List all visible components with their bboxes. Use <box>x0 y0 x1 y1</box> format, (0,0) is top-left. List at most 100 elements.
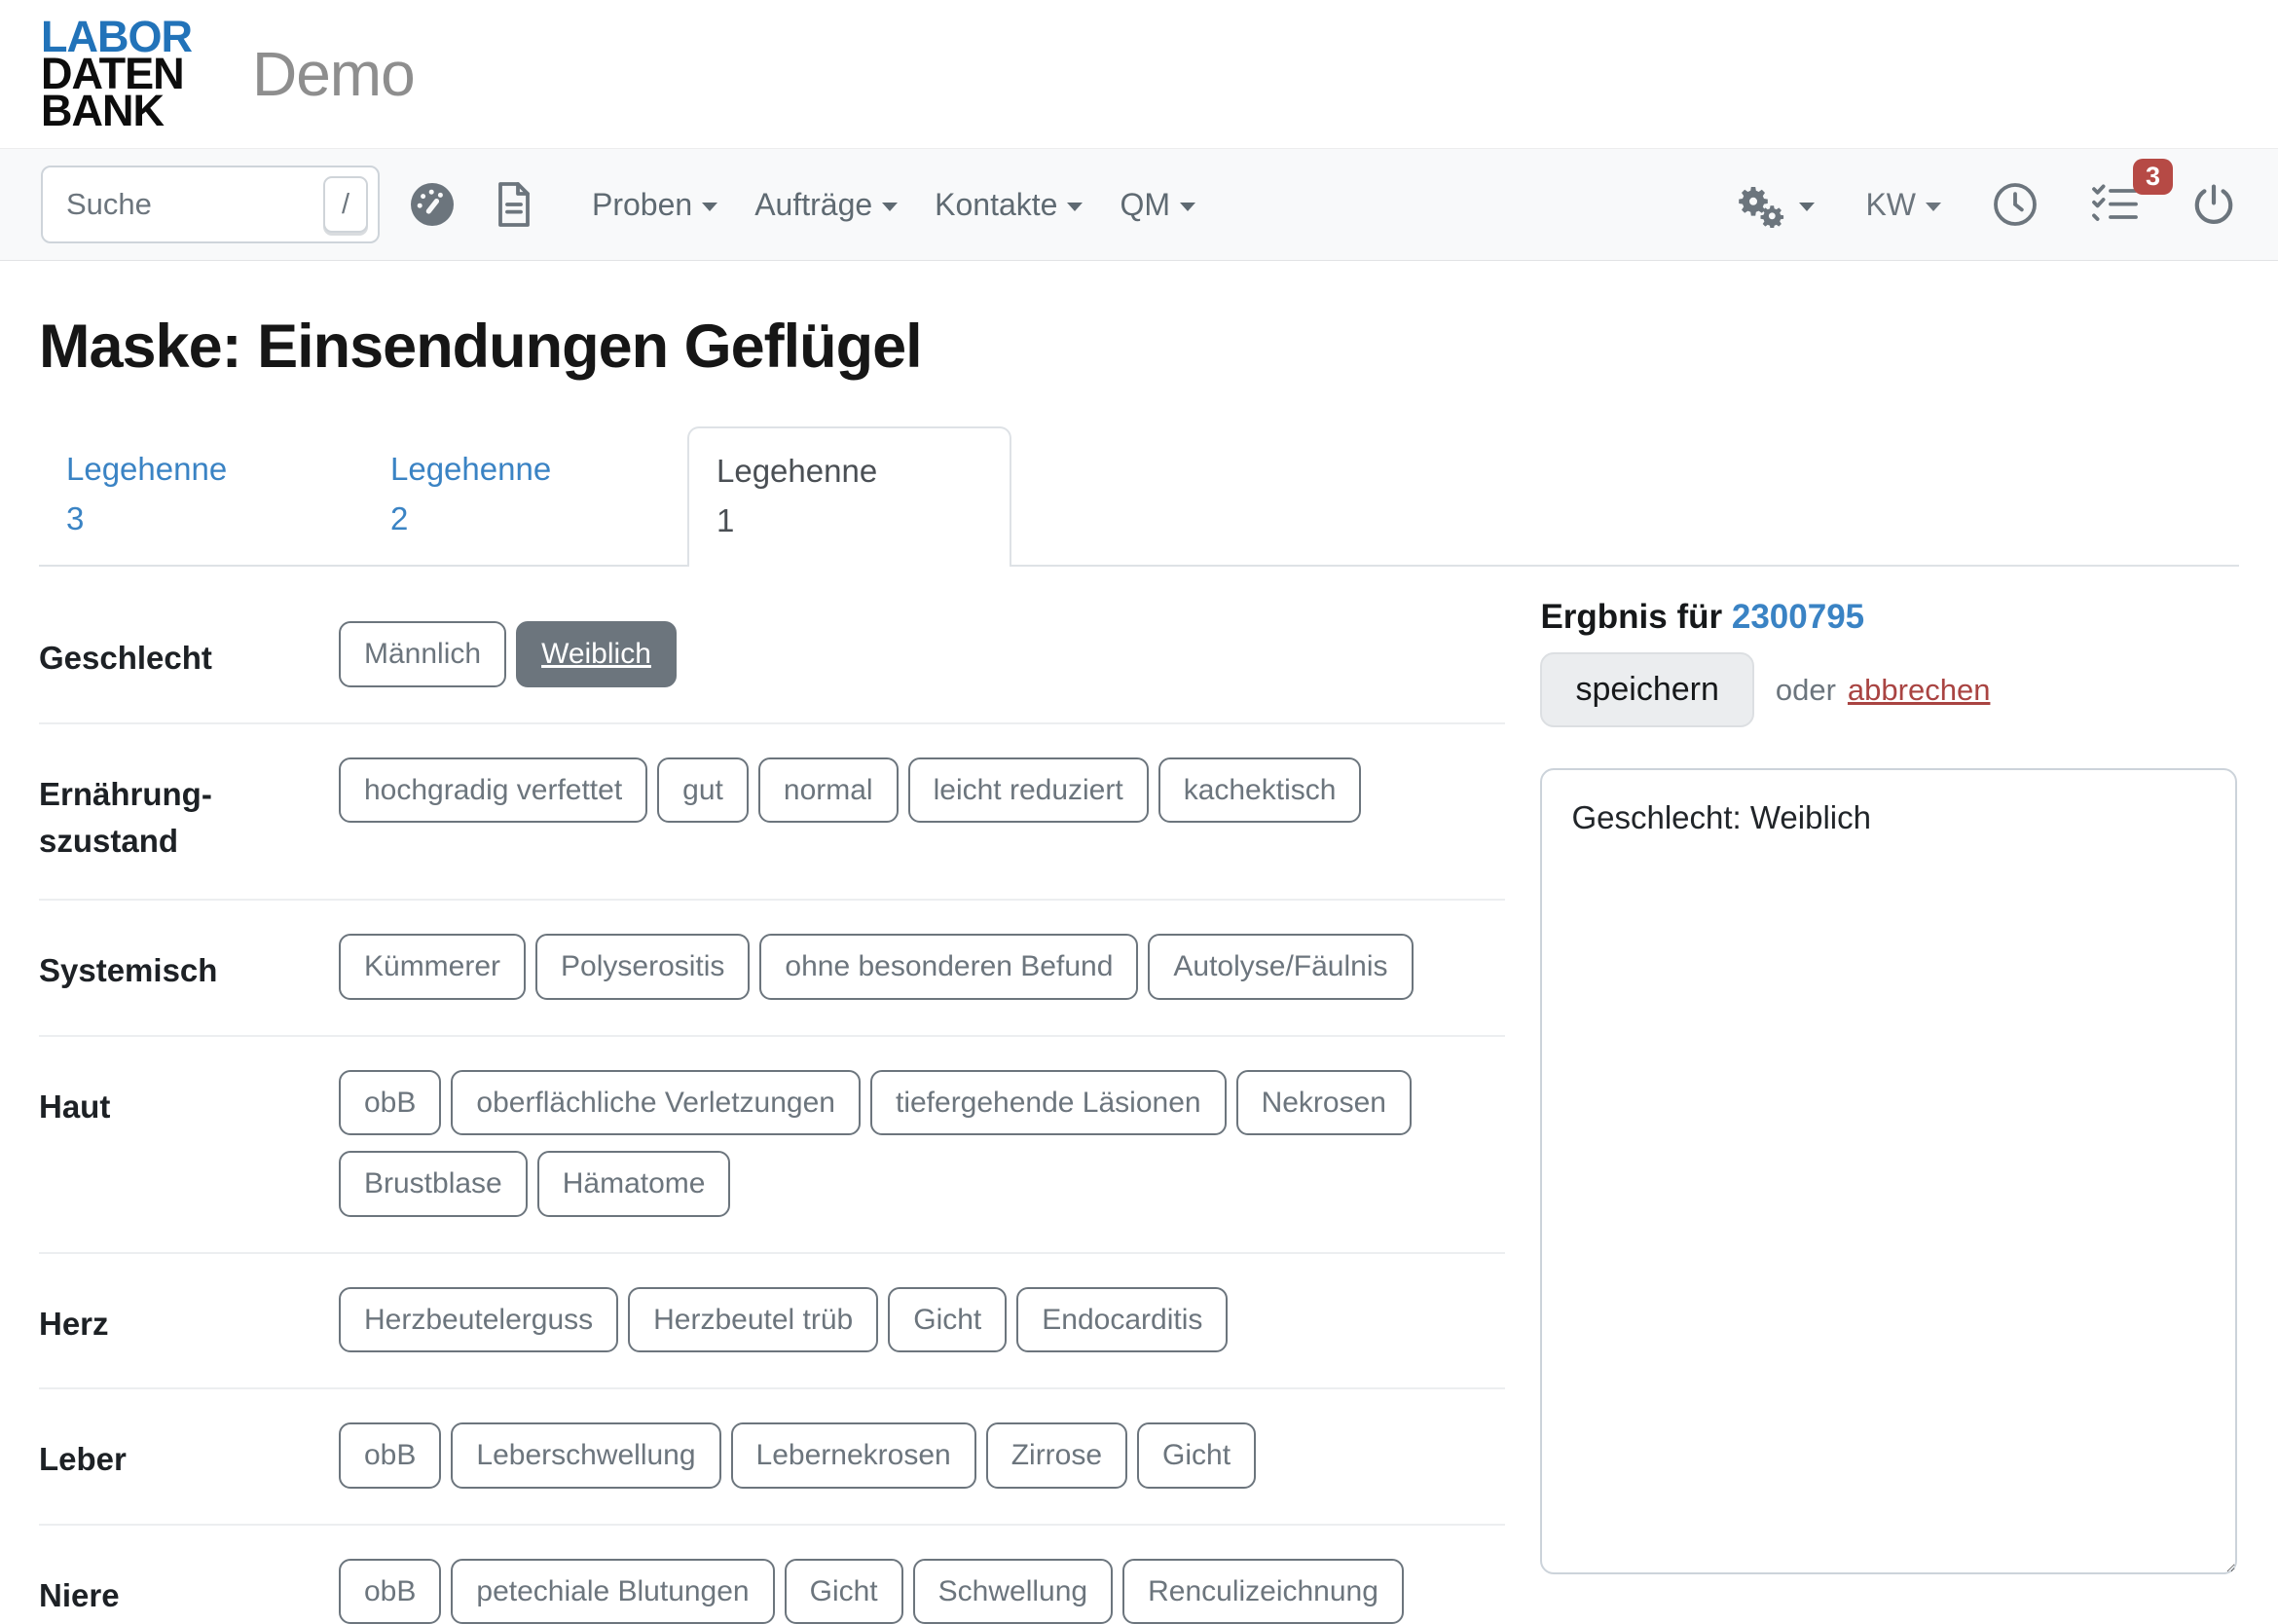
row-label-niere: Niere <box>39 1559 339 1624</box>
option-button[interactable]: Gicht <box>888 1287 1007 1353</box>
option-button[interactable]: normal <box>758 757 899 824</box>
nav-menu-aufträge[interactable]: Aufträge <box>754 187 898 223</box>
option-button[interactable]: tiefergehende Läsionen <box>870 1070 1227 1136</box>
form-row-herz: HerzHerzbeutelergussHerzbeutel trübGicht… <box>39 1254 1505 1390</box>
row-options-systemisch: KümmererPolyserositisohne besonderen Bef… <box>339 934 1505 1000</box>
option-button[interactable]: Schwellung <box>913 1559 1113 1624</box>
mask-form: GeschlechtMännlichWeiblichErnährung-szus… <box>39 588 1505 1624</box>
option-button[interactable]: Nekrosen <box>1236 1070 1412 1136</box>
option-button[interactable]: Renculizeichnung <box>1122 1559 1404 1624</box>
order-number-link[interactable]: 2300795 <box>1732 598 1864 636</box>
chevron-down-icon <box>882 203 898 211</box>
chevron-down-icon <box>1799 203 1815 211</box>
form-row-leber: LeberobBLeberschwellungLebernekrosenZirr… <box>39 1389 1505 1526</box>
result-heading: Ergbnis für 2300795 <box>1540 598 2239 637</box>
search-container: / <box>41 166 380 243</box>
option-button[interactable]: Kümmerer <box>339 934 526 1000</box>
option-button[interactable]: Lebernekrosen <box>731 1422 976 1489</box>
nav-menu-label: Kontakte <box>935 187 1057 223</box>
cancel-link[interactable]: abbrechen <box>1848 673 1991 708</box>
form-row-geschlecht: GeschlechtMännlichWeiblich <box>39 588 1505 724</box>
app-title: Demo <box>252 38 415 110</box>
logout-power-icon[interactable] <box>2190 181 2237 228</box>
option-button[interactable]: Autolyse/Fäulnis <box>1148 934 1413 1000</box>
option-button[interactable]: obB <box>339 1559 441 1624</box>
row-options-ernaehrungszustand: hochgradig verfettetgutnormalleicht redu… <box>339 757 1505 865</box>
result-panel: Ergbnis für 2300795 speichern oder abbre… <box>1540 588 2239 1624</box>
row-options-haut: obBoberflächliche Verletzungentiefergehe… <box>339 1070 1505 1217</box>
slash-shortcut-key: / <box>323 176 368 233</box>
nav-menu-kontakte[interactable]: Kontakte <box>935 187 1083 223</box>
option-button[interactable]: hochgradig verfettet <box>339 757 647 824</box>
form-row-systemisch: SystemischKümmererPolyserositisohne beso… <box>39 901 1505 1037</box>
page-title: Maske: Einsendungen Geflügel <box>39 312 2239 382</box>
option-button[interactable]: Gicht <box>785 1559 903 1624</box>
option-button[interactable]: leicht reduziert <box>908 757 1149 824</box>
chevron-down-icon <box>1180 203 1195 211</box>
document-icon[interactable] <box>493 181 535 228</box>
option-button[interactable]: oberflächliche Verletzungen <box>451 1070 861 1136</box>
gears-icon <box>1735 181 1789 228</box>
tab-number: 3 <box>66 494 336 543</box>
row-options-herz: HerzbeutelergussHerzbeutel trübGichtEndo… <box>339 1287 1505 1353</box>
clock-icon[interactable] <box>1992 181 2039 228</box>
save-button[interactable]: speichern <box>1540 652 1753 727</box>
logo-line: BANK <box>41 92 192 129</box>
option-button[interactable]: Zirrose <box>986 1422 1127 1489</box>
option-button[interactable]: Weiblich <box>516 621 677 687</box>
nav-menu-qm[interactable]: QM <box>1120 187 1195 223</box>
row-options-niere: obBpetechiale BlutungenGichtSchwellungRe… <box>339 1559 1505 1624</box>
chevron-down-icon <box>1067 203 1083 211</box>
page-content: Maske: Einsendungen Geflügel Legehenne3L… <box>0 312 2278 1624</box>
row-label-geschlecht: Geschlecht <box>39 621 339 687</box>
chevron-down-icon <box>702 203 717 211</box>
row-options-leber: obBLeberschwellungLebernekrosenZirroseGi… <box>339 1422 1505 1489</box>
row-options-geschlecht: MännlichWeiblich <box>339 621 1505 687</box>
option-button[interactable]: kachektisch <box>1158 757 1362 824</box>
option-button[interactable]: Männlich <box>339 621 506 687</box>
tab-number: 1 <box>716 496 982 545</box>
option-button[interactable]: obB <box>339 1070 441 1136</box>
option-button[interactable]: ohne besonderen Befund <box>759 934 1138 1000</box>
form-row-ernaehrungszustand: Ernährung-szustandhochgradig verfettetgu… <box>39 724 1505 902</box>
row-label-leber: Leber <box>39 1422 339 1489</box>
result-textarea[interactable]: Geschlecht: Weiblich <box>1540 768 2237 1574</box>
nav-menu-proben[interactable]: Proben <box>592 187 717 223</box>
settings-gears-dropdown[interactable] <box>1735 181 1815 228</box>
option-button[interactable]: Herzbeutel trüb <box>628 1287 878 1353</box>
gauge-icon[interactable] <box>409 181 456 228</box>
nav-menu-label: QM <box>1120 187 1170 223</box>
tab-legehenne-2[interactable]: Legehenne2 <box>363 426 687 565</box>
kw-dropdown[interactable]: KW <box>1865 187 1941 223</box>
option-button[interactable]: gut <box>657 757 749 824</box>
tab-legehenne-1[interactable]: Legehenne1 <box>687 426 1011 567</box>
form-row-haut: HautobBoberflächliche Verletzungentiefer… <box>39 1037 1505 1254</box>
option-button[interactable]: Endocarditis <box>1016 1287 1228 1353</box>
option-button[interactable]: Polyserositis <box>535 934 750 1000</box>
option-button[interactable]: Leberschwellung <box>451 1422 720 1489</box>
app-header: LABOR DATEN BANK Demo <box>0 0 2278 148</box>
option-button[interactable]: Brustblase <box>339 1151 528 1217</box>
option-button[interactable]: obB <box>339 1422 441 1489</box>
option-button[interactable]: Herzbeutelerguss <box>339 1287 618 1353</box>
option-button[interactable]: Gicht <box>1137 1422 1256 1489</box>
or-label: oder <box>1776 673 1836 708</box>
row-label-herz: Herz <box>39 1287 339 1353</box>
tab-number: 2 <box>390 494 660 543</box>
tasks-count-badge: 3 <box>2133 159 2173 195</box>
save-row: speichern oder abbrechen <box>1540 652 2239 727</box>
kw-label: KW <box>1865 187 1916 223</box>
form-row-niere: NiereobBpetechiale BlutungenGichtSchwell… <box>39 1526 1505 1624</box>
nav-menu-label: Aufträge <box>754 187 872 223</box>
nav-menu-label: Proben <box>592 187 692 223</box>
row-label-haut: Haut <box>39 1070 339 1217</box>
tasks-list-button[interactable]: 3 <box>2089 180 2140 230</box>
nav-menus: Proben Aufträge Kontakte QM <box>555 187 1195 223</box>
tab-bar: Legehenne3Legehenne2Legehenne1 <box>39 426 2239 567</box>
tab-label: Legehenne <box>390 444 660 494</box>
option-button[interactable]: Hämatome <box>537 1151 731 1217</box>
row-label-ernaehrungszustand: Ernährung-szustand <box>39 757 339 865</box>
labordatenbank-logo[interactable]: LABOR DATEN BANK <box>41 18 192 129</box>
option-button[interactable]: petechiale Blutungen <box>451 1559 774 1624</box>
tab-legehenne-3[interactable]: Legehenne3 <box>39 426 363 565</box>
